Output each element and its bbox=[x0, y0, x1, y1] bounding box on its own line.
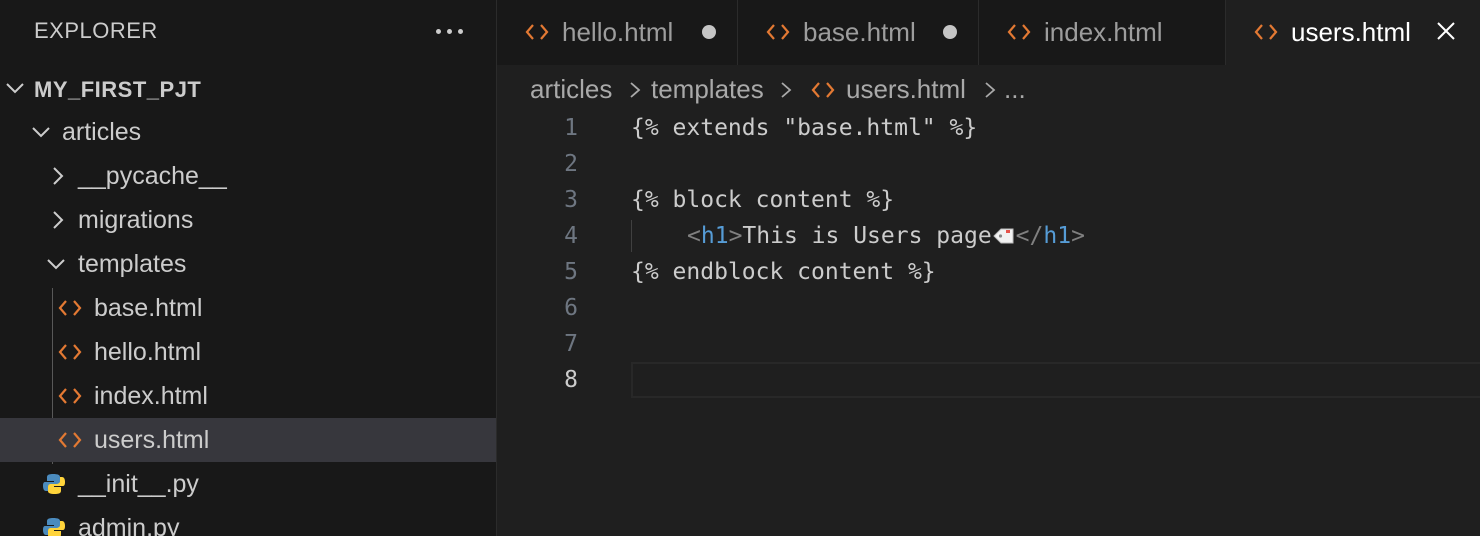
code-editor[interactable]: 1 {% extends "base.html" %} 2 3 {% block… bbox=[497, 110, 1480, 536]
explorer-header: EXPLORER bbox=[0, 0, 497, 64]
chevron-right-icon bbox=[781, 82, 792, 98]
unsaved-dot-icon[interactable] bbox=[702, 25, 716, 39]
close-icon[interactable] bbox=[1435, 20, 1457, 42]
tag-bracket: </ bbox=[1015, 223, 1044, 249]
code-line: 7 bbox=[497, 326, 1480, 362]
tab-base-html[interactable]: base.html bbox=[738, 0, 979, 65]
tree-item-label: base.html bbox=[94, 294, 203, 322]
tree-item-index-html[interactable]: index.html bbox=[0, 374, 497, 418]
tree-item-users-html[interactable]: users.html bbox=[0, 418, 497, 462]
tree-item-migrations[interactable]: migrations bbox=[0, 198, 497, 242]
chevron-down-icon bbox=[32, 127, 50, 138]
line-number: 7 bbox=[564, 331, 578, 357]
tree-item-label: __init__.py bbox=[78, 470, 199, 498]
tag-bracket: > bbox=[1071, 223, 1085, 249]
line-number: 8 bbox=[564, 367, 578, 393]
tab-label: users.html bbox=[1291, 17, 1411, 47]
tab-index-html[interactable]: index.html bbox=[979, 0, 1226, 65]
tag-emoji-icon bbox=[992, 221, 1016, 244]
tag-bracket: < bbox=[687, 223, 701, 249]
code-text: {% extends "base.html" %} bbox=[631, 115, 978, 141]
project-name: MY_FIRST_PJT bbox=[34, 77, 202, 102]
tree-item-articles[interactable]: articles bbox=[0, 110, 497, 154]
html-file-icon bbox=[58, 300, 82, 316]
current-line-highlight bbox=[631, 362, 1480, 398]
html-file-icon bbox=[525, 24, 549, 40]
line-number: 6 bbox=[564, 295, 578, 321]
explorer-sidebar: EXPLORER MY_FIRST_PJT articles __pycache… bbox=[0, 0, 497, 536]
chevron-down-icon bbox=[6, 83, 24, 94]
tree-item-base-html[interactable]: base.html bbox=[0, 286, 497, 330]
breadcrumb-item-more[interactable]: ... bbox=[1004, 74, 1026, 105]
chevron-right-icon bbox=[630, 82, 641, 98]
code-text: <h1>This is Users page </h1> bbox=[687, 218, 1085, 254]
tree-item-label: hello.html bbox=[94, 338, 201, 366]
html-file-icon bbox=[58, 432, 82, 448]
ellipsis-icon[interactable] bbox=[436, 29, 464, 35]
vscode-window: EXPLORER MY_FIRST_PJT articles __pycache… bbox=[0, 0, 1480, 536]
tab-label: index.html bbox=[1044, 17, 1163, 47]
code-line-current: 8 bbox=[497, 362, 1480, 398]
html-file-icon bbox=[766, 24, 790, 40]
tree-item-label: __pycache__ bbox=[78, 162, 227, 190]
breadcrumb-item-users-html[interactable]: users.html bbox=[846, 74, 966, 105]
code-line: 5 {% endblock content %} bbox=[497, 254, 1480, 290]
html-file-icon bbox=[58, 344, 82, 360]
breadcrumb-item-articles[interactable]: articles bbox=[530, 74, 612, 105]
html-file-icon bbox=[1007, 24, 1031, 40]
tree-item-label: articles bbox=[62, 118, 142, 146]
code-line: 4 <h1>This is Users page </h1> bbox=[497, 218, 1480, 254]
python-file-icon bbox=[43, 474, 65, 494]
line-number: 2 bbox=[564, 151, 578, 177]
line-number: 3 bbox=[564, 187, 578, 213]
breadcrumb-item-templates[interactable]: templates bbox=[651, 74, 764, 105]
code-line: 3 {% block content %} bbox=[497, 182, 1480, 218]
tab-label: hello.html bbox=[562, 17, 674, 47]
tab-users-html[interactable]: users.html bbox=[1226, 0, 1480, 66]
tree-item-init-py[interactable]: __init__.py bbox=[0, 462, 497, 506]
tab-label: base.html bbox=[803, 17, 916, 47]
tree-item-label: templates bbox=[78, 250, 187, 278]
explorer-title: EXPLORER bbox=[34, 18, 158, 43]
tree-item-label: migrations bbox=[78, 206, 194, 234]
line-number: 1 bbox=[564, 115, 578, 141]
heading-text: This is Users page bbox=[742, 223, 992, 249]
tag-name: h1 bbox=[700, 223, 729, 249]
indent-guide bbox=[631, 220, 632, 252]
code-line: 2 bbox=[497, 146, 1480, 182]
code-text: {% block content %} bbox=[631, 187, 895, 213]
chevron-right-icon bbox=[53, 167, 64, 185]
python-file-icon bbox=[43, 518, 65, 536]
tree-item-admin-py[interactable]: admin.py bbox=[0, 506, 497, 536]
tree-item-label: users.html bbox=[94, 426, 210, 454]
code-text: {% endblock content %} bbox=[631, 259, 936, 285]
line-number: 4 bbox=[564, 223, 578, 249]
code-line: 6 bbox=[497, 290, 1480, 326]
tag-bracket: > bbox=[728, 223, 743, 249]
tree-item-label: index.html bbox=[94, 382, 208, 410]
html-file-icon bbox=[1254, 24, 1278, 40]
html-file-icon bbox=[811, 82, 835, 98]
tag-name: h1 bbox=[1043, 223, 1072, 249]
chevron-down-icon bbox=[47, 259, 65, 270]
tree-item-project-root[interactable]: MY_FIRST_PJT bbox=[0, 66, 497, 110]
html-file-icon bbox=[58, 388, 82, 404]
tree-item-label: admin.py bbox=[78, 514, 180, 536]
line-number: 5 bbox=[564, 259, 578, 285]
unsaved-dot-icon[interactable] bbox=[943, 25, 957, 39]
code-line: 1 {% extends "base.html" %} bbox=[497, 110, 1480, 146]
tree-item-hello-html[interactable]: hello.html bbox=[0, 330, 497, 374]
chevron-right-icon bbox=[985, 82, 996, 98]
tree-item-templates[interactable]: templates bbox=[0, 242, 497, 286]
editor-tab-bar: hello.html base.html index.html users.ht… bbox=[497, 0, 1480, 66]
tab-hello-html[interactable]: hello.html bbox=[497, 0, 738, 65]
tree-item-pycache[interactable]: __pycache__ bbox=[0, 154, 497, 198]
chevron-right-icon bbox=[53, 211, 64, 229]
